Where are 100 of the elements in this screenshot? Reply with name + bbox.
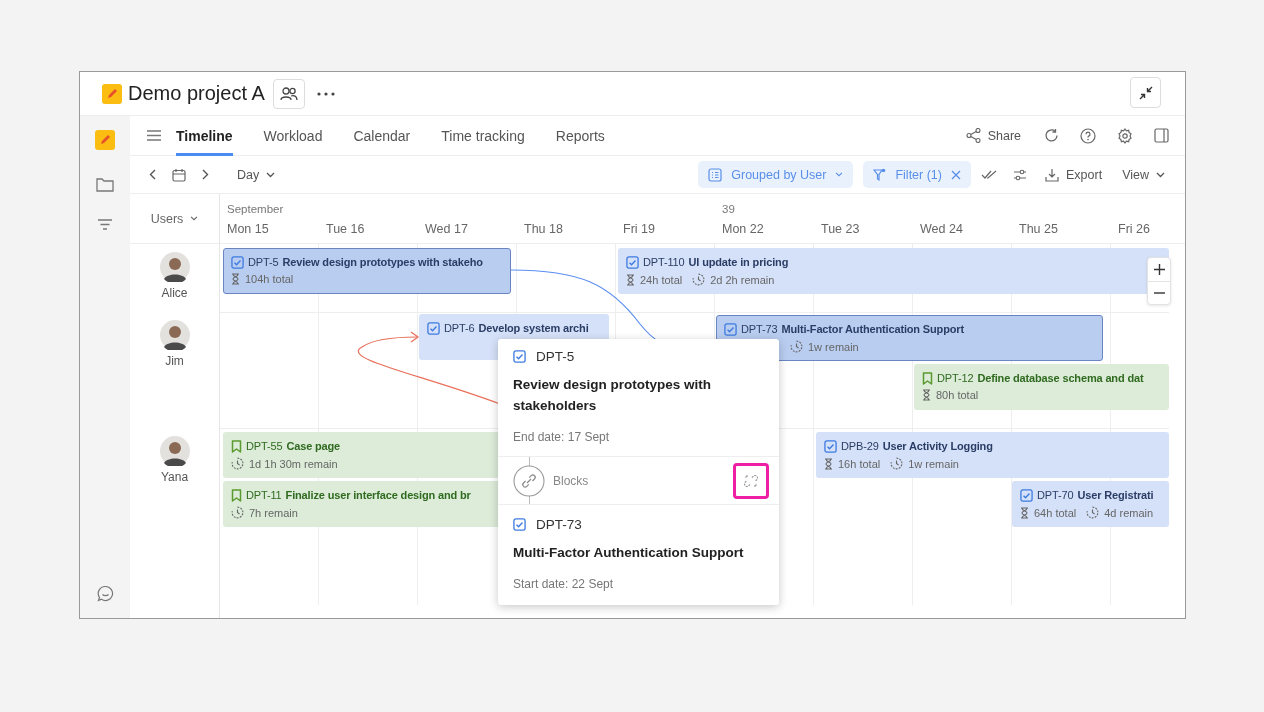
task-bar[interactable]: DPT-5 Review design prototypes with stakeho 104h total <box>223 248 511 294</box>
caret-icon <box>835 172 844 177</box>
task-title: Multi-Factor Authentication Support <box>513 544 745 562</box>
task-bar[interactable]: DPT-70 User Registrati 64h total 4d remain <box>1012 481 1169 527</box>
refresh-icon[interactable] <box>1044 128 1059 143</box>
hourglass-icon <box>922 389 931 401</box>
checkbox-icon <box>231 255 244 269</box>
task-estimate: 2d 2h remain <box>710 273 775 286</box>
checkbox-icon <box>513 350 526 363</box>
task-estimate: 80h total <box>936 389 979 401</box>
double-check-icon[interactable] <box>981 169 997 180</box>
view-tab[interactable]: Reports <box>555 115 605 156</box>
chevron-left-icon[interactable] <box>149 169 156 180</box>
minus-icon <box>1153 292 1165 294</box>
bookmark-icon <box>231 488 242 502</box>
broken-link-icon <box>743 472 759 489</box>
folder-icon[interactable] <box>96 177 114 192</box>
task-estimate: 7h remain <box>249 506 298 519</box>
hourglass-icon <box>824 457 833 470</box>
day-label: Fri 26 <box>1118 222 1151 236</box>
task-bar[interactable]: DPT-110 UI update in pricing 24h total 2d 2h remain <box>618 248 1169 294</box>
clock-icon <box>231 506 244 519</box>
day-label: Mon 15 <box>227 222 270 236</box>
view-tab[interactable]: Calendar <box>353 115 411 156</box>
task-estimate: 1d 1h 30m remain <box>249 457 338 470</box>
task-title: Define database schema and dat <box>977 372 1144 384</box>
task-bar[interactable]: DPB-29 User Activity Logging 16h total 1w remain <box>816 432 1169 478</box>
day-label: Mon 22 <box>722 222 765 236</box>
relation-label: Blocks <box>553 473 589 488</box>
pencil-icon <box>102 83 122 104</box>
task-key: DPB-29 <box>841 440 879 452</box>
period-label: 39 <box>722 203 736 216</box>
task-bar[interactable]: DPT-11 Finalize user interface design and br 7h remain <box>223 481 501 527</box>
task-bar[interactable]: DPT-55 Case page 1d 1h 30m remain <box>223 432 501 478</box>
task-title: Develop system archi <box>478 322 589 334</box>
day-label: Wed 24 <box>920 222 964 236</box>
hourglass-icon <box>626 273 635 286</box>
bookmark-icon <box>231 439 242 453</box>
help-icon[interactable] <box>1080 127 1096 144</box>
task-bar[interactable]: DPT-12 Define database schema and dat 80h total <box>914 364 1169 410</box>
view-dropdown[interactable]: View <box>1120 167 1167 182</box>
members-button[interactable] <box>272 78 305 109</box>
view-tab[interactable]: Time tracking <box>441 115 525 156</box>
share-button[interactable]: Share <box>963 128 1023 143</box>
day-label: Fri 19 <box>623 222 656 236</box>
settings-icon[interactable] <box>1117 127 1133 144</box>
view-tab[interactable]: Timeline <box>176 115 233 156</box>
view-tab[interactable]: Workload <box>263 115 323 156</box>
task-title: UI update in pricing <box>688 256 789 268</box>
day-label: Tue 23 <box>821 222 861 236</box>
people-icon <box>279 85 298 102</box>
task-title: Finalize user interface design and br <box>285 489 471 501</box>
checkbox-icon <box>1020 488 1033 502</box>
avatar-icon <box>159 252 190 282</box>
calendar-icon[interactable] <box>172 167 186 182</box>
task-title: Review design prototypes with stakeho <box>282 256 483 268</box>
pencil-icon[interactable] <box>95 130 115 150</box>
chat-icon[interactable] <box>96 585 114 602</box>
sliders-icon[interactable] <box>1013 168 1027 181</box>
avatar-icon <box>159 436 190 466</box>
share-icon <box>965 128 981 143</box>
export-button[interactable]: Export <box>1043 167 1105 182</box>
task-bar[interactable]: DPT-73 Multi-Factor Authentication Support 1w remain <box>716 315 1103 361</box>
task-date: Start date: 22 Sept <box>513 577 615 591</box>
project-title: Demo project A <box>128 82 265 105</box>
clock-icon <box>890 457 904 470</box>
caret-icon <box>190 216 199 221</box>
filter-icon[interactable] <box>97 219 113 230</box>
task-estimate: 64h total <box>1034 506 1077 519</box>
bookmark-icon <box>922 371 933 385</box>
collapse-button[interactable] <box>1130 77 1161 108</box>
task-key: DPT-110 <box>643 256 685 268</box>
day-label: Thu 18 <box>524 222 564 236</box>
task-estimate: 1w remain <box>808 340 859 353</box>
task-estimate: 24h total <box>640 273 683 286</box>
day-label: Thu 25 <box>1019 222 1059 236</box>
period-label: September <box>227 203 285 216</box>
hourglass-icon <box>231 273 240 285</box>
task-key: DPT-11 <box>246 489 282 501</box>
chevron-right-icon[interactable] <box>202 169 209 180</box>
unlink-button[interactable] <box>733 462 769 499</box>
checkbox-icon <box>427 321 440 335</box>
side-panel-icon[interactable] <box>1154 128 1169 143</box>
task-estimate: 4d remain <box>1104 506 1154 519</box>
users-dropdown[interactable]: Users <box>148 211 201 226</box>
task-title: User Activity Logging <box>882 440 993 452</box>
task-estimate: 104h total <box>245 273 294 285</box>
scale-dropdown[interactable]: Day <box>235 167 278 182</box>
close-icon[interactable] <box>951 169 961 180</box>
task-title: Case page <box>286 440 341 452</box>
task-key: DPT-6 <box>444 322 475 334</box>
task-title: User Registrati <box>1077 489 1154 501</box>
collapse-icon <box>1138 85 1153 100</box>
checkbox-icon <box>513 518 526 531</box>
user-name: Alice <box>161 286 188 300</box>
menu-icon[interactable] <box>147 130 161 141</box>
checkbox-icon <box>724 322 737 336</box>
day-label: Tue 16 <box>326 222 366 236</box>
task-key: DPT-73 <box>536 517 582 532</box>
clock-icon <box>1086 506 1100 519</box>
